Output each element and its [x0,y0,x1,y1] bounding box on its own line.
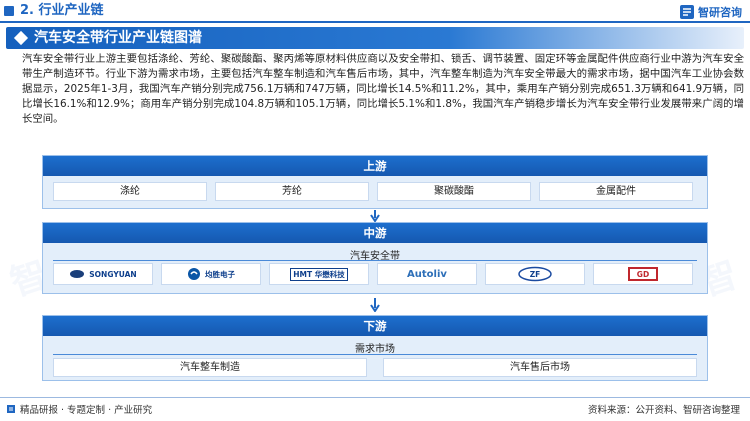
company-logo-gd: GD [593,263,693,285]
downstream-divider [53,354,697,355]
downstream-item: 汽车整车制造 [53,358,367,377]
upstream-item: 涤纶 [53,182,207,201]
midstream-divider [53,260,697,261]
upstream-item: 聚碳酸酯 [377,182,531,201]
joyson-logo-icon [188,268,200,280]
midstream-heading: 中游 [43,223,707,243]
footer-tagline-text: 精品研报 · 专题定制 · 产业研究 [20,405,153,416]
footer-tagline: 精品研报 · 专题定制 · 产业研究 [6,402,152,416]
data-source: 资料来源：公开资料、智研咨询整理 [587,405,740,416]
page-title: 汽车安全带行业产业链图谱 [34,30,202,46]
downstream-heading: 下游 [43,316,707,336]
intro-paragraph: 汽车安全带行业上游主要包括涤纶、芳纶、聚碳酸酯、聚丙烯等原材料供应商以及安全带扣… [22,53,744,125]
upstream-item: 芳纶 [215,182,369,201]
company-logo-joyson: 均胜电子 [161,263,261,285]
section-marker-icon [4,6,14,16]
company-logo-zf: ZF [485,263,585,285]
downstream-sub-label: 需求市场 [355,344,395,355]
midstream-panel: 中游 汽车安全带 SONGYUAN 均胜电子 HMT 华懋科技 Autoliv … [42,222,708,294]
downstream-panel: 下游 需求市场 汽车整车制造 汽车售后市场 [42,315,708,381]
flow-arrow-icon [370,298,380,312]
company-logo-songyuan: SONGYUAN [53,263,153,285]
diamond-icon [13,30,29,46]
title-bar: 汽车安全带行业产业链图谱 [6,27,744,49]
section-label: 2. 行业产业链 [20,3,104,18]
footer-divider [0,397,750,398]
company-logo-autoliv: Autoliv [377,263,477,285]
top-bar: 2. 行业产业链 智研咨询 [0,0,750,23]
songyuan-logo-icon [70,270,85,278]
upstream-heading: 上游 [43,156,707,176]
top-divider [0,21,750,23]
upstream-item: 金属配件 [539,182,693,201]
upstream-panel: 上游 涤纶 芳纶 聚碳酸酯 金属配件 [42,155,708,209]
report-icon [7,405,15,413]
brand-logo-icon [680,5,694,19]
brand-name: 智研咨询 [698,6,742,19]
brand-logo: 智研咨询 [680,4,742,20]
downstream-item: 汽车售后市场 [383,358,697,377]
company-logo-hmt: HMT 华懋科技 [269,263,369,285]
flow-arrow-icon [370,210,380,222]
